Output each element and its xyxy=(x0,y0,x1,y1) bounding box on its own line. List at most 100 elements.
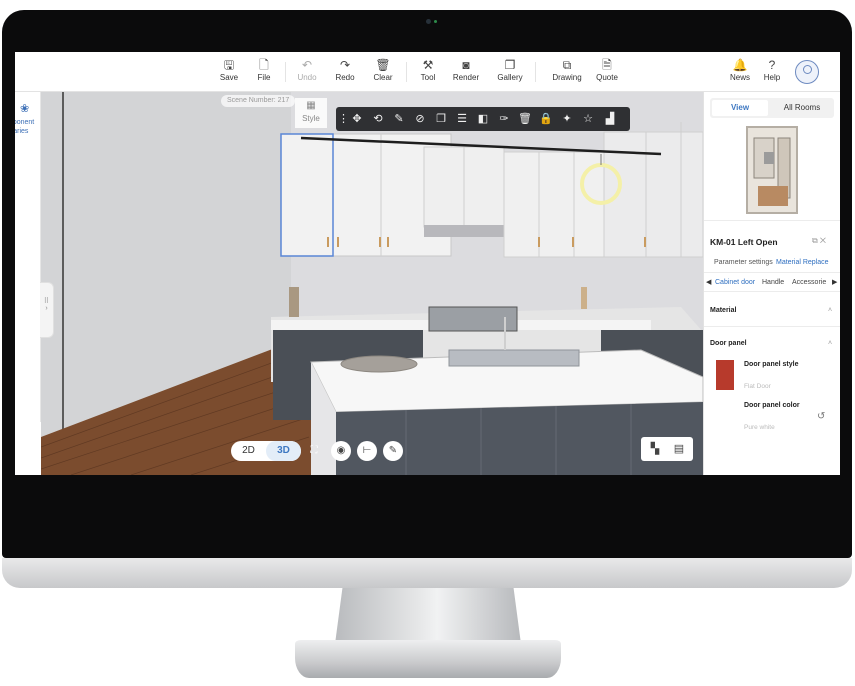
redo-icon: ↷ xyxy=(339,58,351,72)
toolbar-divider xyxy=(535,62,536,82)
reset-icon[interactable]: ↺ xyxy=(817,411,825,422)
news-label: News xyxy=(729,73,750,82)
tab-view[interactable]: View xyxy=(712,100,768,116)
camera-icon[interactable]: ▚ xyxy=(647,441,663,457)
undo-icon: ↶ xyxy=(301,58,313,72)
object-toolbar: ⋮ ✥ ⟲ ✎ ⊘ ❐ ☰ ◧ ✑ 🗑 🔒 ✦ ☆ ▟ xyxy=(336,107,630,131)
undo-label: Undo xyxy=(297,73,317,82)
tab-material-replace[interactable]: Material Replace xyxy=(776,259,829,266)
help-icon: ? xyxy=(768,58,776,72)
selected-item-title: KM-01 Left Open xyxy=(710,237,778,247)
copy-icon[interactable]: ❐ xyxy=(433,111,449,127)
view-tabs: View All Rooms xyxy=(710,98,834,118)
edit-icon[interactable]: ✎ xyxy=(391,111,407,127)
grid-icon: ▦ xyxy=(306,100,316,111)
quote-button[interactable]: 🗎 Quote xyxy=(590,57,624,82)
delete-icon[interactable]: 🗑 xyxy=(517,111,533,127)
tab-all-rooms[interactable]: All Rooms xyxy=(772,100,832,116)
kitchen-scene xyxy=(41,92,703,475)
focus-icon[interactable]: ⛶ xyxy=(307,444,321,458)
webcam xyxy=(426,19,431,24)
annotate-icon[interactable]: ✎ xyxy=(383,441,403,461)
divider xyxy=(704,272,840,273)
layers-icon[interactable]: ▤ xyxy=(671,441,687,457)
favorite-icon[interactable]: ☆ xyxy=(580,111,596,127)
help-label: Help xyxy=(763,73,781,82)
rotate-icon[interactable]: ⟲ xyxy=(370,111,386,127)
chevron-up-icon[interactable]: ˄ xyxy=(828,307,832,314)
left-panel-collapse-handle[interactable]: ⠿ › xyxy=(40,282,54,338)
view-2d-button[interactable]: 2D xyxy=(231,441,266,461)
drawing-button[interactable]: ⧉ Drawing xyxy=(547,57,587,82)
hide-icon[interactable]: ⊘ xyxy=(412,111,428,127)
view-3d-button[interactable]: 3D xyxy=(266,441,301,461)
monitor-chin xyxy=(2,558,852,588)
save-button[interactable]: 🖫 Save xyxy=(212,57,246,82)
category-accessorie[interactable]: Accessorie xyxy=(792,276,826,290)
door-panel-section-label: Door panel xyxy=(710,340,747,347)
news-button[interactable]: 🔔 News xyxy=(723,57,757,82)
move-icon[interactable]: ✥ xyxy=(349,111,365,127)
chevron-right-icon[interactable]: ▶ xyxy=(832,276,837,290)
door-panel-swatch[interactable] xyxy=(716,360,734,390)
help-button[interactable]: ? Help xyxy=(755,57,789,82)
monitor: 🖫 Save 🗋 File ↶ Undo ↷ Redo 🗑 Clear ⚒ Tool ◙ Re… xyxy=(0,0,855,686)
magic-icon[interactable]: ✦ xyxy=(559,111,575,127)
clear-label: Clear xyxy=(373,73,393,82)
bell-icon: 🔔 xyxy=(732,58,748,72)
material-icon[interactable]: ▟ xyxy=(602,111,618,127)
quote-label: Quote xyxy=(596,73,618,82)
door-panel-color-value[interactable]: Pure white xyxy=(744,424,775,431)
door-panel-color-label: Door panel color xyxy=(744,402,800,409)
divider xyxy=(704,326,840,327)
floorplan-drawing xyxy=(753,137,791,206)
floorplan-minimap[interactable] xyxy=(746,126,798,214)
tab-parameter-settings[interactable]: Parameter settings xyxy=(714,259,773,266)
item-window-controls[interactable]: ⧉ ✕ xyxy=(812,236,826,246)
divider xyxy=(704,220,840,221)
mirror-icon[interactable]: ◧ xyxy=(475,111,491,127)
door-panel-style-label: Door panel style xyxy=(744,361,799,368)
category-row: ◀ Cabinet door Handle Accessorie ▶ xyxy=(704,276,840,290)
redo-label: Redo xyxy=(335,73,355,82)
redo-button[interactable]: ↷ Redo xyxy=(328,57,362,82)
drag-handle-icon[interactable]: ⋮ xyxy=(338,111,349,127)
file-label: File xyxy=(257,73,271,82)
right-properties-panel: View All Rooms KM-01 Left Open ⧉ ✕ Param… xyxy=(703,92,840,475)
divider xyxy=(704,291,840,292)
3d-viewport[interactable]: Scene Number: 217 ▦ Style ⋮ ✥ ⟲ ✎ ⊘ ❐ ☰ ◧… xyxy=(41,92,703,475)
clear-button[interactable]: 🗑 Clear xyxy=(366,57,400,82)
material-section-label: Material xyxy=(710,307,737,314)
monitor-stand-base xyxy=(295,640,561,678)
paint-icon[interactable]: ✑ xyxy=(496,111,512,127)
door-panel-style-value[interactable]: Flat Door xyxy=(744,383,771,390)
app-screen: 🖫 Save 🗋 File ↶ Undo ↷ Redo 🗑 Clear ⚒ Tool ◙ Re… xyxy=(15,52,840,475)
tool-label: Tool xyxy=(420,73,436,82)
render-label: Render xyxy=(452,73,480,82)
align-icon[interactable]: ☰ xyxy=(454,111,470,127)
toolbar-divider xyxy=(285,62,286,82)
category-handle[interactable]: Handle xyxy=(762,276,784,290)
undo-button[interactable]: ↶ Undo xyxy=(290,57,324,82)
category-cabinet-door[interactable]: Cabinet door xyxy=(715,276,755,290)
save-label: Save xyxy=(219,73,239,82)
file-button[interactable]: 🗋 File xyxy=(247,57,281,82)
tool-button[interactable]: ⚒ Tool xyxy=(411,57,445,82)
render-button[interactable]: ◙ Render xyxy=(449,57,483,82)
chevron-up-icon[interactable]: ˄ xyxy=(828,340,832,347)
gallery-button[interactable]: ❐ Gallery xyxy=(493,57,527,82)
lock-icon[interactable]: 🔒 xyxy=(538,111,554,127)
file-icon: 🗋 xyxy=(259,58,269,72)
quote-icon: 🗎 xyxy=(602,58,612,72)
component-libraries-icon[interactable]: ❀ xyxy=(20,102,29,115)
scene-number-label: Scene Number: 217 xyxy=(221,95,296,107)
eye-icon[interactable]: ◉ xyxy=(331,441,351,461)
style-button[interactable]: ▦ Style xyxy=(295,98,327,128)
toolbar-divider xyxy=(406,62,407,82)
monitor-stand-neck xyxy=(335,588,521,644)
user-avatar[interactable] xyxy=(795,60,819,84)
webcam-led xyxy=(434,20,437,23)
chevron-left-icon[interactable]: ◀ xyxy=(706,276,711,290)
measure-icon[interactable]: ⊢ xyxy=(357,441,377,461)
view-mode-switch: 2D 3D xyxy=(231,441,301,461)
